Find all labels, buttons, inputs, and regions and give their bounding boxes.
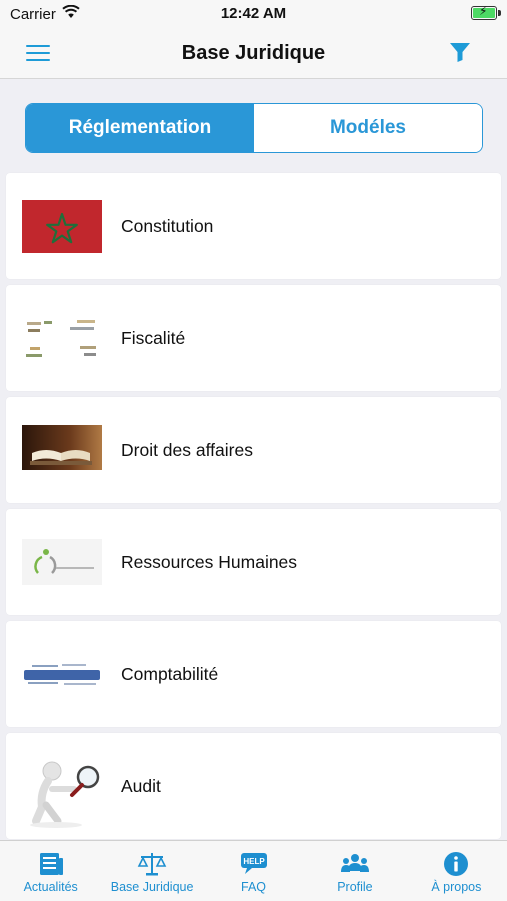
tab-a-propos[interactable]: À propos bbox=[406, 841, 507, 901]
category-list: Constitution Fiscalité Droit des affaire… bbox=[6, 173, 501, 845]
list-item-label: Audit bbox=[121, 775, 161, 796]
segment-reglementation[interactable]: Réglementation bbox=[26, 104, 254, 152]
list-item-constitution[interactable]: Constitution bbox=[6, 173, 501, 279]
list-item-fiscalite[interactable]: Fiscalité bbox=[6, 285, 501, 391]
filter-icon[interactable] bbox=[449, 41, 475, 65]
tab-faq[interactable]: HELP FAQ bbox=[203, 841, 304, 901]
tab-label: FAQ bbox=[241, 880, 267, 894]
info-icon bbox=[444, 852, 469, 876]
list-item-label: Ressources Humaines bbox=[121, 551, 298, 572]
help-chat-icon: HELP bbox=[240, 853, 267, 874]
tab-actualites[interactable]: Actualités bbox=[0, 841, 101, 901]
morocco-flag-image bbox=[22, 200, 102, 253]
tab-label: Base Juridique bbox=[110, 880, 194, 894]
list-item-label: Fiscalité bbox=[121, 327, 186, 348]
tab-base-juridique[interactable]: Base Juridique bbox=[101, 841, 202, 901]
segmented-control: Réglementation Modéles bbox=[25, 103, 483, 153]
list-item-comptabilite[interactable]: Comptabilité bbox=[6, 621, 501, 727]
navigation-bar: Base Juridique bbox=[0, 28, 507, 79]
battery-icon: ⚡ bbox=[471, 4, 501, 20]
list-item-label: Comptabilité bbox=[121, 663, 219, 684]
list-item-label: Droit des affaires bbox=[121, 439, 253, 460]
fiscalite-word-cloud-image bbox=[22, 312, 102, 365]
tab-label: Profile bbox=[337, 880, 373, 894]
list-item-audit[interactable]: Audit bbox=[6, 733, 501, 839]
people-icon bbox=[340, 854, 369, 872]
open-book-image bbox=[22, 425, 102, 470]
magnifier-figure-image bbox=[22, 755, 102, 829]
comptabilite-word-cloud-image bbox=[22, 648, 102, 701]
segment-modeles[interactable]: Modéles bbox=[254, 104, 482, 152]
page-title: Base Juridique bbox=[181, 42, 326, 64]
list-item-droit-des-affaires[interactable]: Droit des affaires bbox=[6, 397, 501, 503]
tab-label: Actualités bbox=[23, 880, 78, 894]
tab-profile[interactable]: Profile bbox=[304, 841, 405, 901]
scales-icon bbox=[137, 853, 167, 876]
clock: 12:42 AM bbox=[220, 5, 287, 22]
tab-bar: Actualités Base Juridique HELP FAQ Profi… bbox=[0, 840, 507, 901]
svg-text:HELP: HELP bbox=[243, 857, 265, 866]
status-bar: Carrier 12:42 AM ⚡ bbox=[0, 0, 507, 28]
tab-label: À propos bbox=[431, 880, 482, 894]
news-icon bbox=[39, 853, 63, 875]
list-item-label: Constitution bbox=[121, 215, 214, 236]
list-item-ressources-humaines[interactable]: Ressources Humaines bbox=[6, 509, 501, 615]
rh-logo-image bbox=[22, 539, 102, 585]
